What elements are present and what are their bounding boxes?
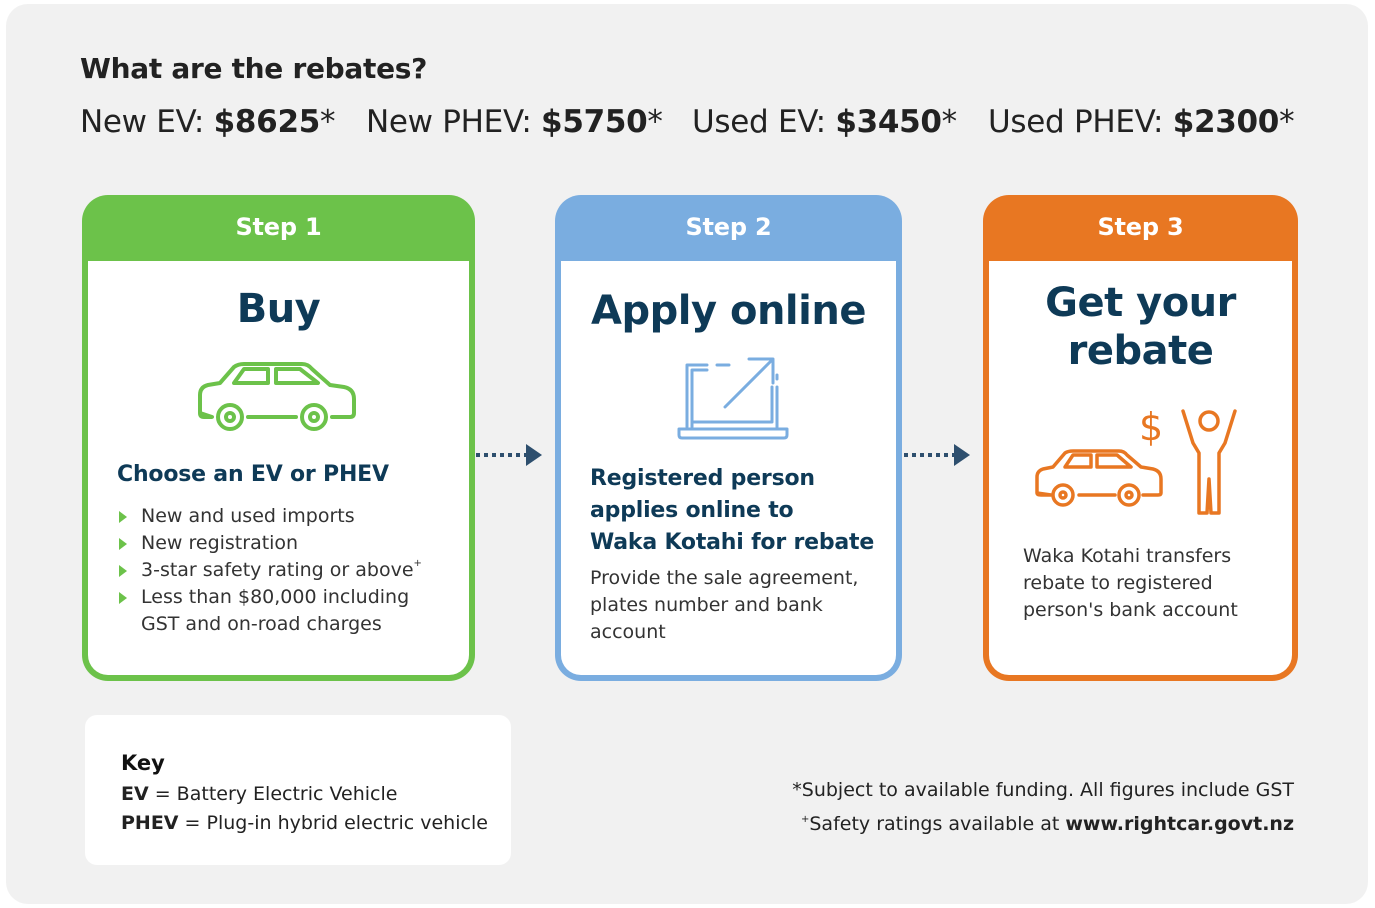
footnote-funding: *Subject to available funding. All figur…: [792, 779, 1294, 801]
key-row-ev: EV = Battery Electric Vehicle: [121, 783, 398, 805]
step-3-label: Step 3: [1097, 213, 1184, 241]
step-1-subheading: Choose an EV or PHEV: [117, 462, 389, 487]
page-title: What are the rebates?: [80, 52, 428, 85]
bullet-item: New and used imports: [117, 503, 422, 530]
step-1-body: Buy Choose an EV or PHEV New and used im…: [88, 261, 469, 675]
step-2-card: Step 2 Apply online Registered person ap…: [555, 195, 902, 681]
bullet-item: New registration: [117, 530, 422, 557]
step-3-card: Step 3 Get your rebate $ Waka Kotahi tra…: [983, 195, 1298, 681]
key-row-phev: PHEV = Plug-in hybrid electric vehicle: [121, 812, 488, 834]
step-3-body: Get your rebate $ Waka Kotahi transfers …: [989, 261, 1292, 675]
laptop-icon: [677, 357, 789, 440]
arrow-right-icon: [476, 444, 542, 466]
step-2-heading: Apply online: [591, 288, 866, 334]
step-2-description: Provide the sale agreement, plates numbe…: [590, 567, 859, 643]
step-1-heading: Buy: [236, 286, 321, 332]
step-1-bullet-list: New and used imports New registration 3-…: [117, 503, 422, 638]
bullet-item: 3-star safety rating or above+: [117, 557, 422, 584]
step-2-label: Step 2: [685, 213, 772, 241]
rebate-new-ev: New EV: $8625*: [80, 104, 336, 140]
step-3-heading: Get your rebate: [1045, 280, 1236, 374]
bullet-item-continued: GST and on-road charges: [141, 613, 382, 635]
car-icon: [198, 362, 356, 431]
arrow-right-icon: [904, 444, 970, 466]
rightcar-link[interactable]: www.rightcar.govt.nz: [1065, 813, 1294, 835]
rebate-new-phev: New PHEV: $5750*: [366, 104, 663, 140]
key-title: Key: [121, 751, 165, 775]
rebate-used-phev: Used PHEV: $2300*: [988, 104, 1295, 140]
footnote-safety: +Safety ratings available at www.rightca…: [800, 813, 1294, 835]
dollar-sign: $: [1139, 405, 1164, 449]
step-1-label: Step 1: [235, 213, 322, 241]
step-3-description: Waka Kotahi transfers rebate to register…: [1023, 545, 1238, 621]
step-2-body: Apply online Registered person applies o…: [561, 261, 896, 675]
bullet-item: Less than $80,000 including: [117, 584, 422, 611]
step-1-card: Step 1 Buy Choose an EV or PHEV New and …: [82, 195, 475, 681]
rebate-used-ev: Used EV: $3450*: [692, 104, 957, 140]
step-2-subheading: Registered person applies online to Waka…: [590, 466, 875, 555]
key-legend: Key EV = Battery Electric Vehicle PHEV =…: [85, 715, 511, 865]
